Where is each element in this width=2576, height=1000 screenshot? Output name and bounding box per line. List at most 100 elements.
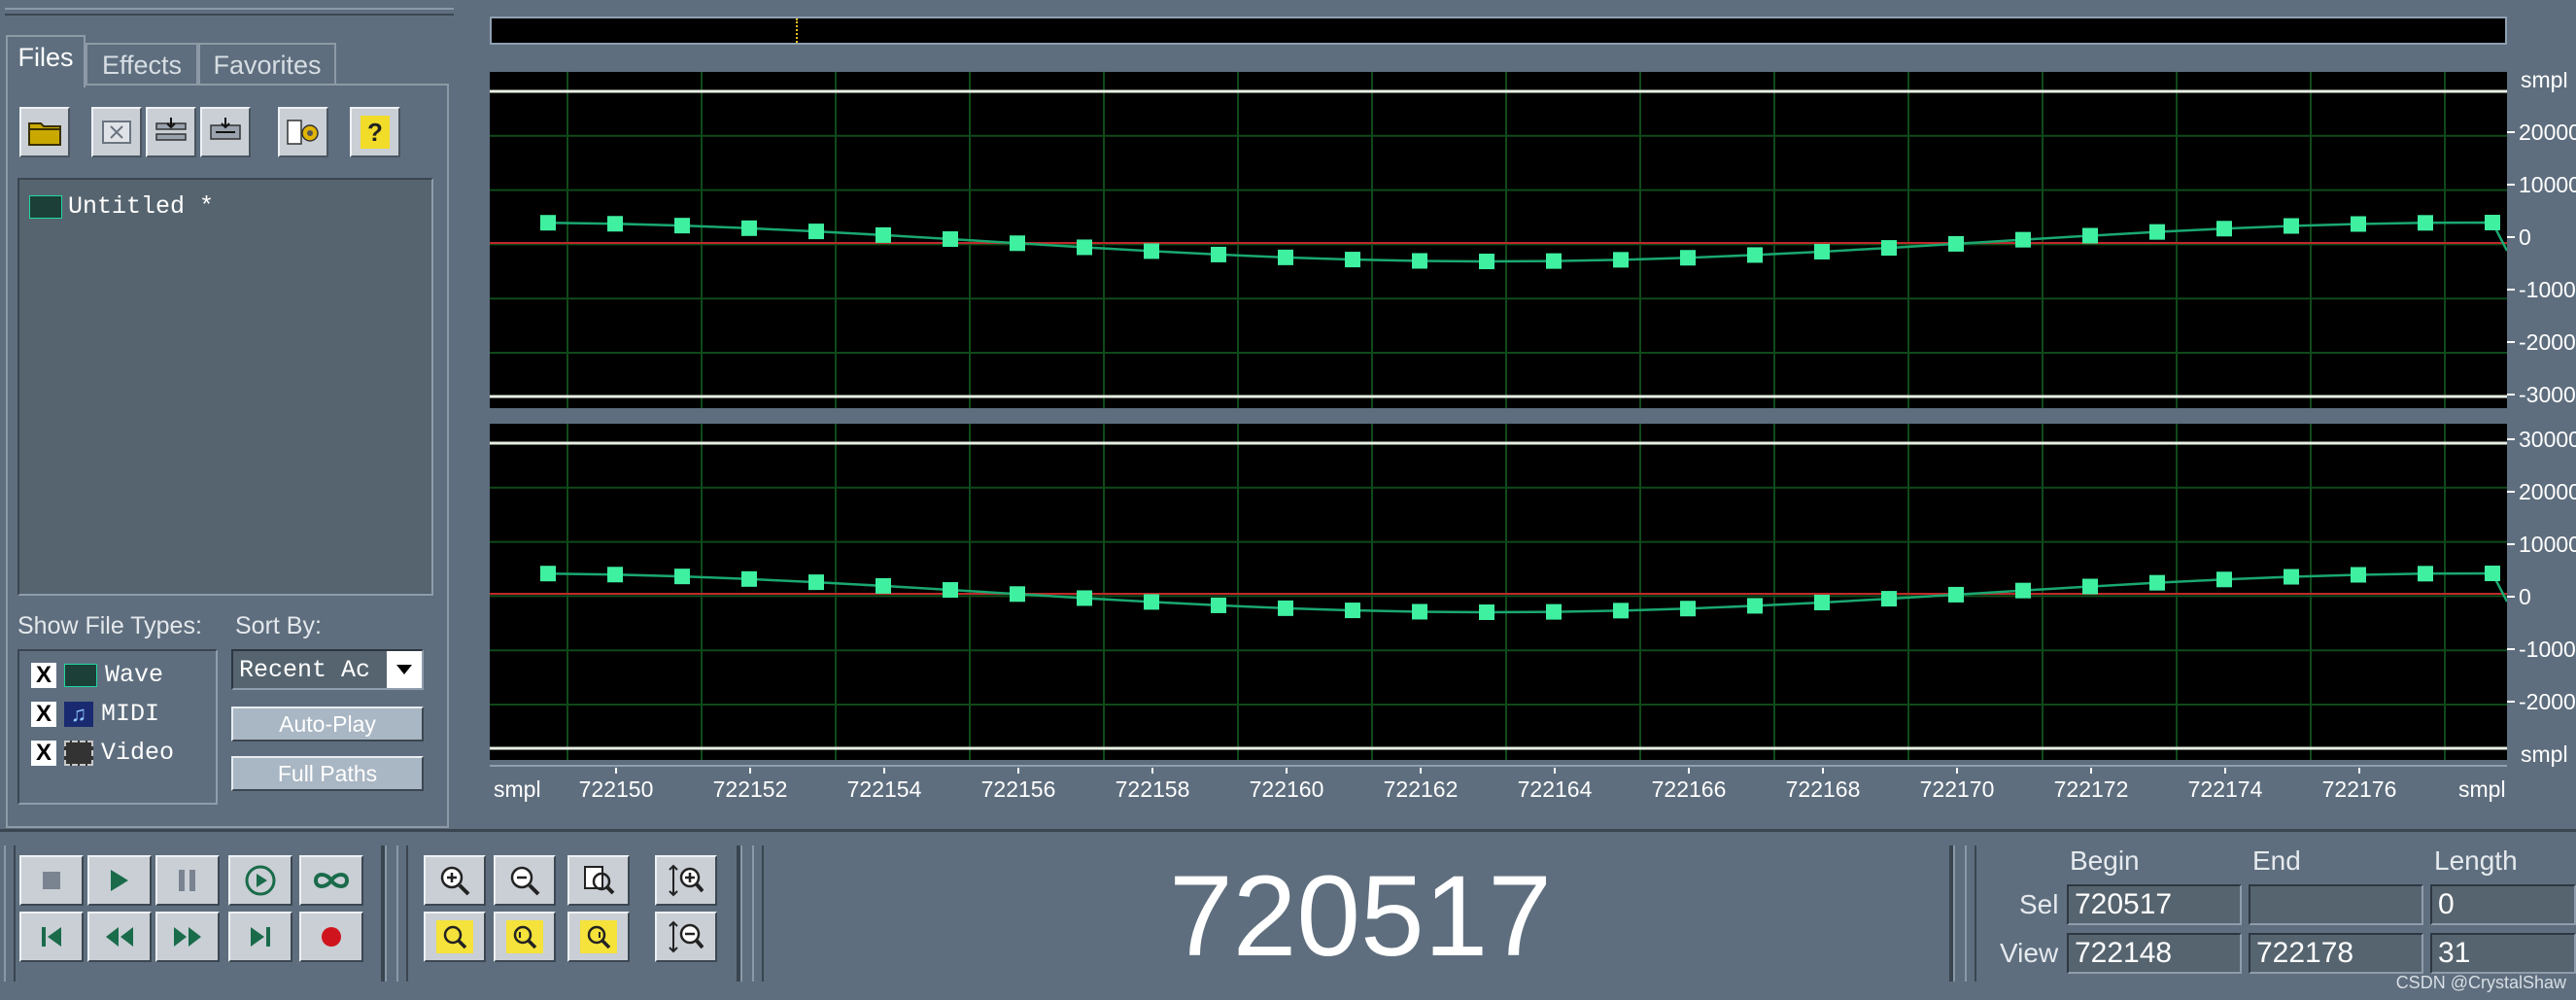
- zoom-out-vertical-button[interactable]: [655, 912, 717, 962]
- sample-point[interactable]: [1814, 243, 1830, 259]
- overview-bar[interactable]: [490, 17, 2507, 45]
- rewind-button[interactable]: [87, 912, 152, 962]
- insert-into-cd-list-button[interactable]: [200, 107, 251, 157]
- zoom-out-button[interactable]: [494, 855, 556, 906]
- sample-point[interactable]: [741, 570, 757, 587]
- video-checkbox[interactable]: X: [31, 740, 56, 766]
- sample-point[interactable]: [540, 566, 556, 582]
- tab-files[interactable]: Files: [6, 35, 86, 87]
- sample-point[interactable]: [943, 231, 958, 248]
- sample-point[interactable]: [1345, 252, 1360, 268]
- play-button[interactable]: [87, 855, 152, 906]
- open-file-button[interactable]: [19, 107, 70, 157]
- zoom-in-button[interactable]: [424, 855, 486, 906]
- sample-point[interactable]: [674, 569, 690, 585]
- sample-point[interactable]: [2351, 216, 2366, 232]
- sel-end-field[interactable]: [2249, 884, 2423, 925]
- sample-point[interactable]: [1881, 240, 1897, 257]
- sample-point[interactable]: [1479, 253, 1494, 269]
- sample-point[interactable]: [2485, 215, 2500, 231]
- sample-point[interactable]: [2418, 215, 2433, 231]
- zoom-grip[interactable]: [396, 845, 408, 982]
- sample-point[interactable]: [1546, 603, 1562, 620]
- sample-point[interactable]: [1144, 243, 1159, 259]
- sample-point[interactable]: [1881, 591, 1897, 607]
- zoom-full-button[interactable]: [567, 855, 630, 906]
- sample-point[interactable]: [1680, 250, 1696, 266]
- sample-point[interactable]: [1345, 603, 1360, 619]
- sample-point[interactable]: [2015, 231, 2031, 248]
- sample-point[interactable]: [1211, 246, 1226, 262]
- sample-point[interactable]: [607, 567, 623, 583]
- wave-checkbox[interactable]: X: [31, 662, 56, 688]
- sample-point[interactable]: [2082, 578, 2098, 595]
- sample-point[interactable]: [674, 218, 690, 234]
- file-type-wave[interactable]: X Wave: [31, 661, 163, 689]
- sample-point[interactable]: [1412, 603, 1427, 620]
- sample-point[interactable]: [540, 215, 556, 231]
- sample-point[interactable]: [2216, 221, 2232, 237]
- sample-point[interactable]: [1546, 253, 1562, 269]
- play-to-end-button[interactable]: [228, 855, 292, 906]
- sample-point[interactable]: [1613, 603, 1629, 619]
- sample-point[interactable]: [1948, 235, 1964, 252]
- file-list[interactable]: Untitled *: [17, 178, 433, 596]
- view-begin-field[interactable]: 722148: [2067, 933, 2242, 974]
- sample-point[interactable]: [1010, 586, 1025, 603]
- selection-grip[interactable]: [1965, 845, 1976, 982]
- sample-point[interactable]: [1211, 597, 1226, 613]
- zoom-right-button[interactable]: [567, 912, 630, 962]
- sample-point[interactable]: [2418, 566, 2433, 582]
- sample-point[interactable]: [2284, 218, 2299, 234]
- stop-button[interactable]: [19, 855, 84, 906]
- chevron-down-icon[interactable]: [387, 651, 422, 688]
- sample-point[interactable]: [1077, 590, 1092, 606]
- view-end-field[interactable]: 722178: [2249, 933, 2423, 974]
- sample-point[interactable]: [2216, 571, 2232, 588]
- pause-button[interactable]: [155, 855, 220, 906]
- tab-effects[interactable]: Effects: [86, 43, 198, 86]
- loop-button[interactable]: [299, 855, 363, 906]
- sample-point[interactable]: [1747, 247, 1763, 263]
- tab-favorites[interactable]: Favorites: [198, 43, 336, 86]
- auto-play-button[interactable]: Auto-Play: [231, 707, 424, 741]
- channel-left[interactable]: [490, 72, 2509, 408]
- sample-point[interactable]: [1010, 235, 1025, 252]
- sample-point[interactable]: [1077, 239, 1092, 256]
- go-to-start-button[interactable]: [19, 912, 84, 962]
- sample-point[interactable]: [1479, 603, 1494, 620]
- sample-point[interactable]: [808, 574, 824, 591]
- sample-point[interactable]: [808, 224, 824, 240]
- sample-point[interactable]: [2149, 224, 2165, 240]
- file-info-button[interactable]: [278, 107, 328, 157]
- view-length-field[interactable]: 31: [2430, 933, 2576, 974]
- file-type-video[interactable]: X Video: [31, 739, 174, 767]
- sample-point[interactable]: [1278, 600, 1293, 616]
- sample-point[interactable]: [1278, 249, 1293, 265]
- sample-point[interactable]: [2284, 569, 2299, 585]
- go-to-end-button[interactable]: [228, 912, 292, 962]
- sample-point[interactable]: [943, 582, 958, 599]
- sample-point[interactable]: [2351, 567, 2366, 583]
- sample-point[interactable]: [607, 216, 623, 232]
- close-file-button[interactable]: [91, 107, 142, 157]
- sample-point[interactable]: [2082, 227, 2098, 244]
- panel-grip[interactable]: [5, 8, 454, 16]
- insert-into-multitrack-button[interactable]: [146, 107, 196, 157]
- zoom-left-button[interactable]: [494, 912, 556, 962]
- sample-point[interactable]: [2149, 574, 2165, 591]
- sample-point[interactable]: [2015, 582, 2031, 599]
- midi-checkbox[interactable]: X: [31, 701, 56, 727]
- sort-by-select[interactable]: Recent Ac: [231, 649, 424, 690]
- full-paths-button[interactable]: Full Paths: [231, 756, 424, 791]
- sample-point[interactable]: [1412, 253, 1427, 269]
- sample-point[interactable]: [1814, 594, 1830, 610]
- sample-point[interactable]: [2485, 566, 2500, 582]
- record-button[interactable]: [299, 912, 363, 962]
- file-type-midi[interactable]: X ♫ MIDI: [31, 700, 159, 728]
- sample-point[interactable]: [1144, 594, 1159, 610]
- channel-right[interactable]: [490, 424, 2509, 760]
- sample-point[interactable]: [876, 226, 891, 243]
- help-button[interactable]: ?: [350, 107, 400, 157]
- sample-point[interactable]: [1747, 598, 1763, 614]
